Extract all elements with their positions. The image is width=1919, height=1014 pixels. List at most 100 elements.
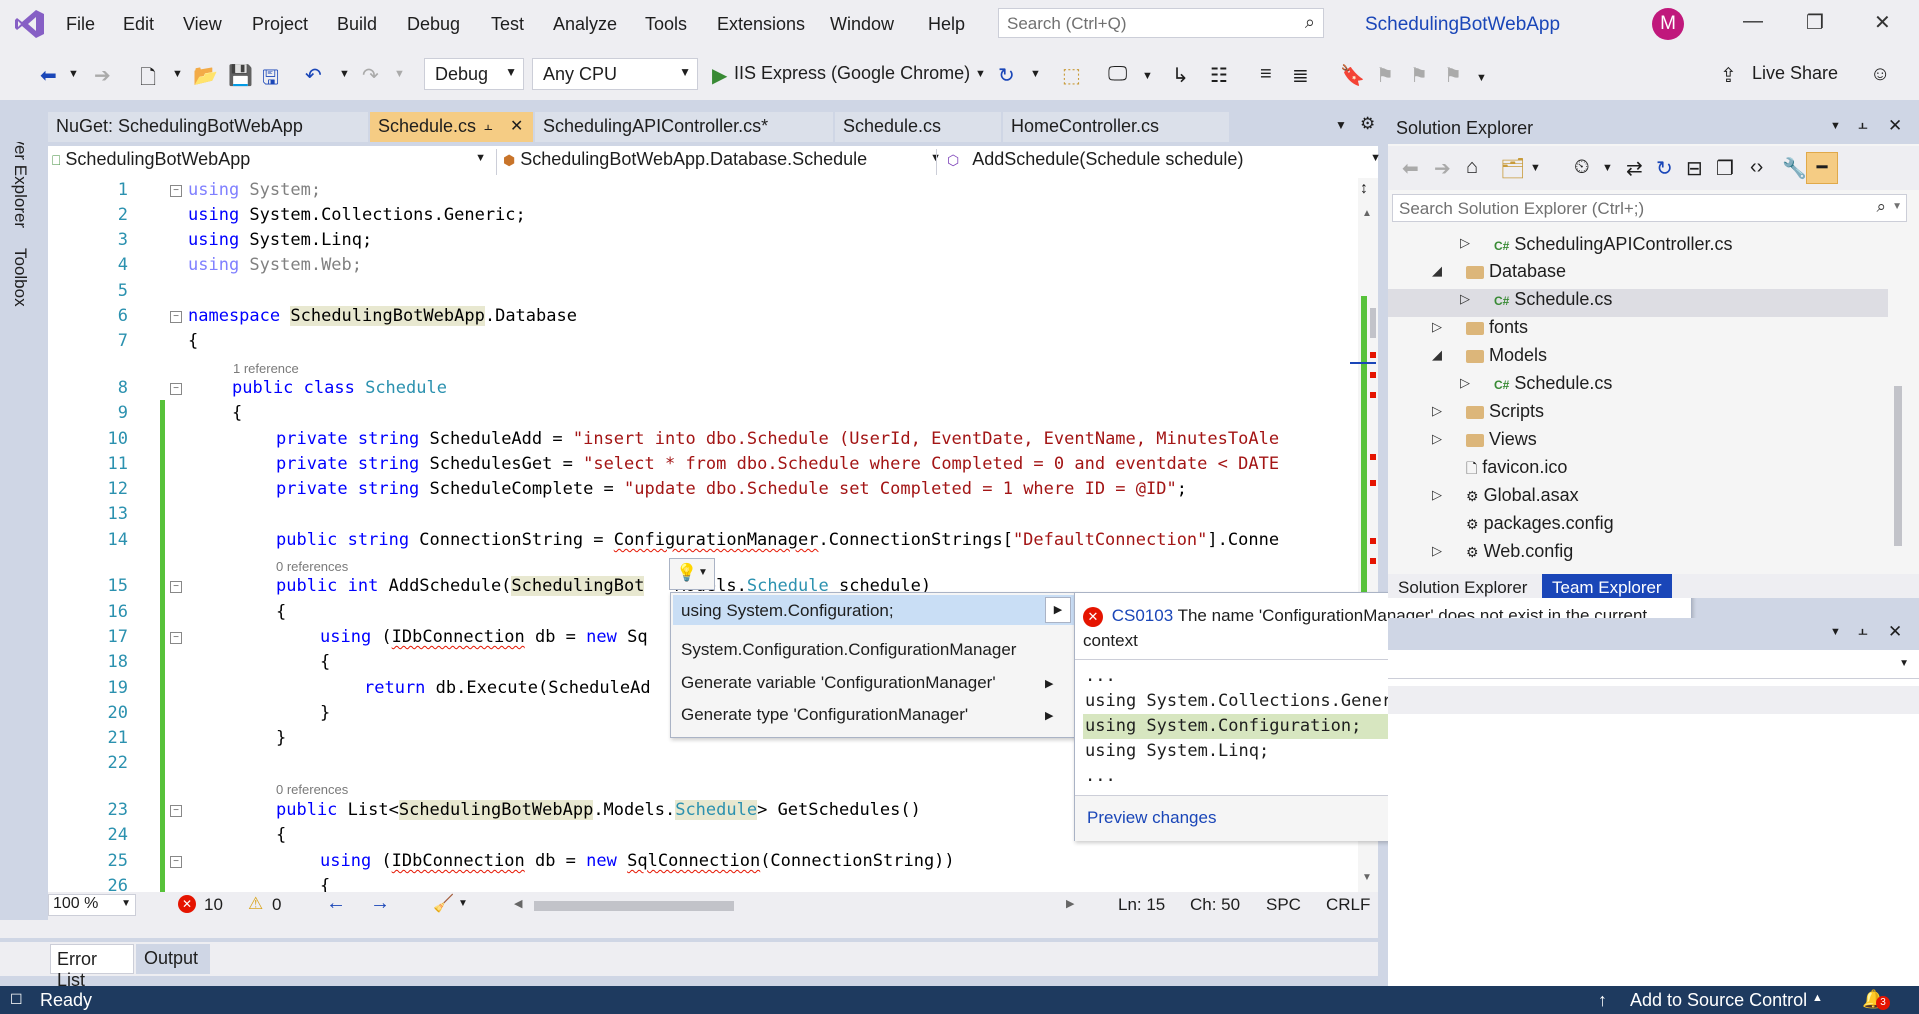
preview-changes-link[interactable]: Preview changes: [1087, 808, 1216, 828]
tab-team-explorer[interactable]: Team Explorer: [1542, 574, 1672, 598]
tab-home-controller[interactable]: HomeController.cs: [1003, 112, 1229, 142]
zoom-select[interactable]: 100 % ▼: [48, 894, 136, 916]
fold-toggle[interactable]: −: [170, 383, 182, 395]
line-indicator[interactable]: Ln: 15: [1118, 895, 1165, 915]
tab-list-dropdown-icon[interactable]: ▼: [1335, 118, 1347, 132]
whitespace-indicator[interactable]: SPC: [1266, 895, 1301, 915]
menu-file[interactable]: File: [66, 14, 95, 35]
step-icon[interactable]: ↳: [1172, 63, 1189, 88]
back-icon[interactable]: ⬅: [1402, 156, 1419, 181]
warning-count[interactable]: 0: [272, 895, 281, 915]
menu-view[interactable]: View: [183, 14, 222, 35]
back-icon[interactable]: ⬅: [40, 63, 57, 88]
expand-icon[interactable]: ▷: [1432, 403, 1442, 419]
collapse-icon[interactable]: ◢: [1432, 263, 1442, 279]
menu-project[interactable]: Project: [252, 14, 308, 35]
redo-dropdown-icon[interactable]: ▼: [394, 68, 405, 80]
pin-icon[interactable]: ⫠: [1858, 116, 1868, 134]
scroll-thumb[interactable]: [1370, 308, 1376, 338]
tree-item[interactable]: ⚙ Global.asax: [1466, 485, 1579, 506]
tab-error-list[interactable]: Error List: [50, 944, 134, 990]
project-dropdown[interactable]: ⎕ SchedulingBotWebApp ▼: [52, 149, 492, 175]
tree-item[interactable]: Database: [1466, 261, 1566, 282]
code-cleanup-icon[interactable]: 🧹: [433, 894, 454, 914]
forward-icon[interactable]: ➔: [1434, 156, 1451, 181]
fold-toggle[interactable]: −: [170, 311, 182, 323]
close-tab-icon[interactable]: ✕: [510, 116, 523, 136]
quick-action-using[interactable]: using System.Configuration;: [681, 601, 894, 621]
scroll-down-icon[interactable]: ▼: [1362, 872, 1372, 883]
pin-icon[interactable]: ⫠: [484, 117, 492, 134]
fold-toggle[interactable]: −: [170, 856, 182, 868]
show-all-files-icon[interactable]: ❐: [1716, 156, 1734, 181]
chevron-down-icon[interactable]: ▼: [458, 898, 468, 909]
tree-item[interactable]: Scripts: [1466, 401, 1544, 422]
chevron-down-icon[interactable]: ▼: [1602, 162, 1613, 174]
save-icon[interactable]: 💾: [228, 63, 253, 88]
tab-schedule[interactable]: Schedule.cs: [835, 112, 1001, 142]
undo-icon[interactable]: ↶: [305, 63, 322, 88]
next-bookmark-icon[interactable]: ⚑: [1410, 63, 1428, 88]
gear-icon[interactable]: ⚙: [1360, 114, 1375, 134]
error-count-icon[interactable]: ✕: [178, 895, 196, 913]
close-icon[interactable]: ✕: [1888, 622, 1902, 642]
expand-icon[interactable]: ▷: [1460, 291, 1470, 307]
solution-explorer-search-input[interactable]: Search Solution Explorer (Ctrl+;) ⌕ ▼: [1392, 194, 1907, 222]
solution-tree-scrollbar[interactable]: [1892, 226, 1904, 566]
properties-icon[interactable]: 🔧: [1782, 156, 1807, 181]
bookmark-icon[interactable]: 🔖: [1340, 63, 1365, 88]
menu-help[interactable]: Help: [928, 14, 965, 35]
horizontal-scroll-thumb[interactable]: [534, 901, 734, 911]
refresh-icon[interactable]: ↻: [998, 63, 1015, 88]
start-debug-icon[interactable]: ▶: [712, 63, 727, 88]
expand-icon[interactable]: ▷: [1432, 487, 1442, 503]
save-all-icon[interactable]: 🖫: [262, 63, 279, 97]
collapse-icon[interactable]: ◢: [1432, 347, 1442, 363]
codelens-references[interactable]: 0 references: [276, 782, 348, 797]
screen-icon[interactable]: 🖵: [1108, 63, 1127, 86]
menu-analyze[interactable]: Analyze: [553, 14, 617, 35]
member-dropdown[interactable]: ⬡ AddSchedule(Schedule schedule) ▼: [936, 149, 1389, 175]
pending-changes-icon[interactable]: ⏲: [1574, 156, 1590, 179]
platform-select[interactable]: Any CPU ▼: [532, 58, 698, 90]
expand-icon[interactable]: ▷: [1432, 431, 1442, 447]
next-issue-icon[interactable]: →: [370, 892, 390, 915]
live-share-button[interactable]: Live Share: [1752, 63, 1838, 84]
visual-studio-logo-icon[interactable]: [14, 8, 46, 40]
indent-icon[interactable]: ≣: [1292, 63, 1309, 88]
split-icon[interactable]: ↕: [1360, 180, 1368, 198]
window-position-icon[interactable]: ▼: [1830, 626, 1841, 638]
home-icon[interactable]: ⌂: [1466, 156, 1478, 179]
line-ending-indicator[interactable]: CRLF: [1326, 895, 1370, 915]
forward-icon[interactable]: ➔: [94, 63, 111, 88]
toolbar-overflow-icon[interactable]: ▼: [1476, 72, 1487, 84]
source-control-up-icon[interactable]: ↑: [1598, 990, 1607, 1011]
live-share-icon[interactable]: ⇪: [1720, 63, 1737, 88]
redo-icon[interactable]: ↷: [362, 63, 379, 88]
tree-item[interactable]: ⚙ packages.config: [1466, 513, 1614, 534]
tab-schedule-active[interactable]: Schedule.cs ⫠ ✕: [370, 112, 533, 142]
run-target-dropdown-icon[interactable]: ▼: [975, 68, 986, 80]
tree-item[interactable]: ⚙ Web.config: [1466, 541, 1573, 562]
back-dropdown-icon[interactable]: ▼: [68, 68, 79, 80]
quick-actions-lightbulb[interactable]: 💡 ▼: [669, 558, 715, 590]
scroll-up-icon[interactable]: ▲: [1362, 208, 1372, 219]
configuration-select[interactable]: Debug ▼: [424, 58, 524, 90]
feedback-icon[interactable]: ☺: [1870, 63, 1890, 86]
sync-icon[interactable]: ⇄: [1626, 156, 1643, 181]
outdent-icon[interactable]: ≡: [1260, 63, 1272, 86]
submenu-arrow-icon[interactable]: ▶: [1045, 677, 1053, 690]
fold-toggle[interactable]: −: [170, 632, 182, 644]
tree-item[interactable]: C# Schedule.cs: [1494, 289, 1612, 310]
expand-icon[interactable]: ▷: [1432, 319, 1442, 335]
new-project-icon[interactable]: 🗋: [140, 63, 156, 97]
refresh-icon[interactable]: ↻: [1656, 156, 1673, 181]
tree-item[interactable]: Views: [1466, 429, 1537, 450]
add-source-control-button[interactable]: Add to Source Control: [1630, 990, 1807, 1011]
tree-item[interactable]: C# SchedulingAPIController.cs: [1494, 234, 1732, 255]
tree-item[interactable]: Models: [1466, 345, 1547, 366]
tab-output[interactable]: Output: [136, 944, 210, 974]
error-code-link[interactable]: CS0103: [1112, 606, 1173, 625]
screen-dropdown-icon[interactable]: ▼: [1142, 70, 1153, 82]
error-count[interactable]: 10: [204, 895, 223, 915]
